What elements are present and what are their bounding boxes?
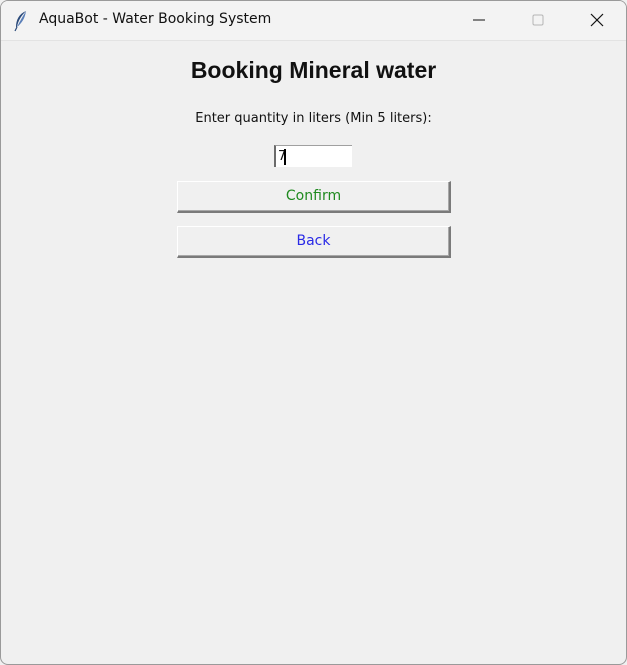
app-window: AquaBot - Water Booking System Booking M… <box>0 0 627 665</box>
close-button[interactable] <box>568 1 626 40</box>
maximize-button[interactable] <box>509 1 567 40</box>
title-bar[interactable]: AquaBot - Water Booking System <box>1 1 626 41</box>
minimize-icon <box>473 19 485 21</box>
close-icon <box>590 13 604 27</box>
feather-icon <box>13 10 29 32</box>
page-title: Booking Mineral water <box>190 57 437 83</box>
maximize-icon <box>532 14 544 26</box>
text-caret <box>284 149 286 165</box>
back-button[interactable]: Back <box>177 226 451 258</box>
window-title: AquaBot - Water Booking System <box>39 11 272 27</box>
minimize-button[interactable] <box>450 1 508 40</box>
quantity-prompt-label: Enter quantity in liters (Min 5 liters): <box>195 111 432 126</box>
confirm-button[interactable]: Confirm <box>177 181 451 213</box>
